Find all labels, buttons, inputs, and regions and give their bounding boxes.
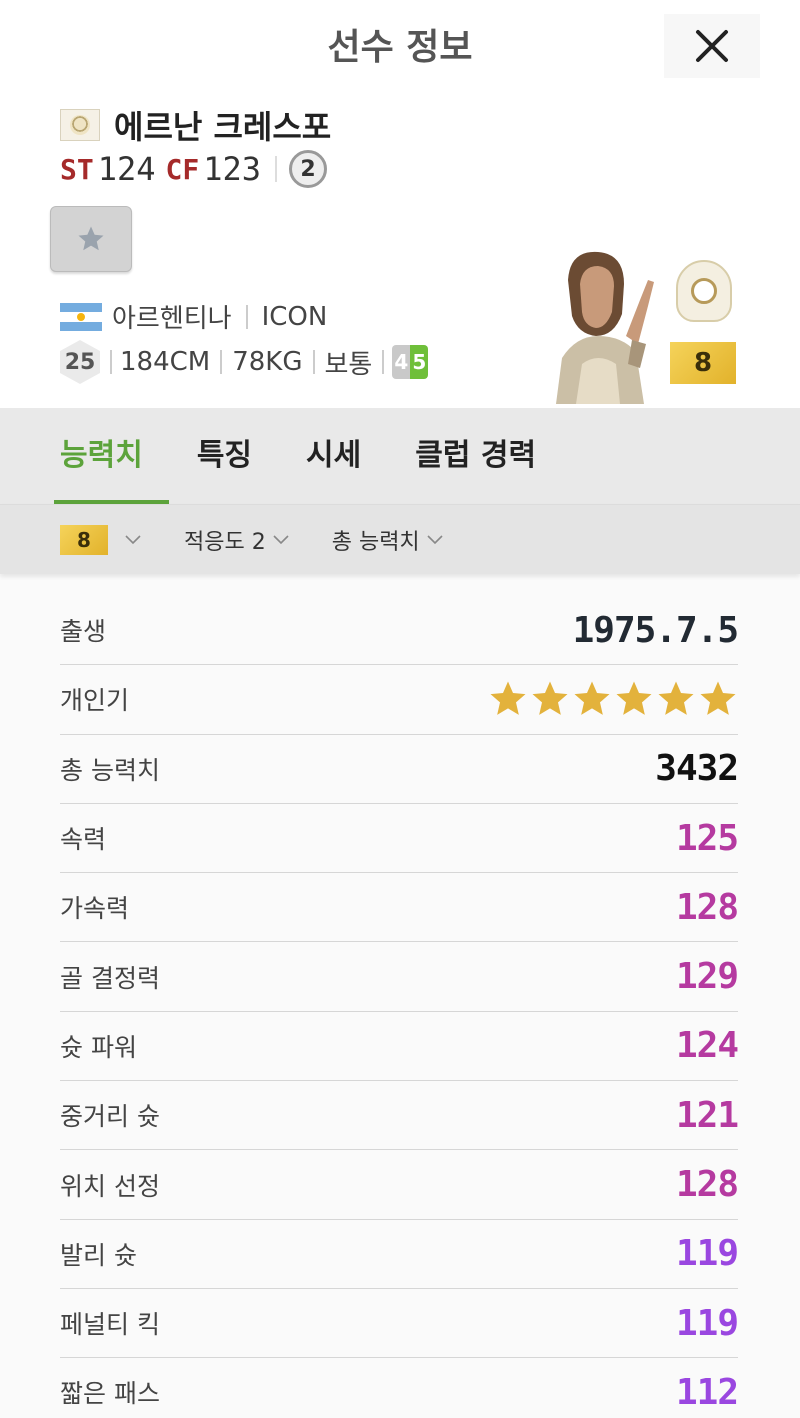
tab-traits[interactable]: 특징: [197, 430, 252, 504]
strong-foot-value: 5: [410, 345, 429, 379]
trade-count-badge: 2: [289, 150, 328, 188]
stat-label: 출생: [60, 617, 107, 647]
position-name: CF: [165, 152, 200, 186]
stat-row: 골 결정력 129: [60, 942, 739, 1012]
tab-stats[interactable]: 능력치: [54, 430, 169, 504]
ovr-filter-label: 총 능력치: [331, 529, 420, 555]
stat-row: 가속력 128: [60, 873, 739, 943]
stat-row: 위치 선정 128: [60, 1150, 739, 1220]
stat-value: 128: [675, 886, 739, 928]
height-value: 184CM: [120, 347, 211, 377]
header: 선수 정보: [0, 0, 800, 86]
divider: [382, 350, 385, 374]
stat-value: 1975.7.5: [572, 609, 739, 651]
filter-bar: 8 적응도 2 총 능력치: [0, 504, 800, 574]
position-ratings: ST 124 CF 123 2: [60, 150, 328, 188]
stat-label: 페널티 킥: [60, 1310, 160, 1340]
close-button[interactable]: [664, 14, 760, 78]
chevron-down-icon: [273, 534, 289, 544]
stat-value: 3432: [655, 748, 739, 790]
stat-label: 발리 슛: [60, 1240, 137, 1270]
stat-label: 중거리 슛: [60, 1102, 160, 1132]
season-name: ICON: [261, 301, 328, 332]
ovr-filter-dropdown[interactable]: 총 능력치: [332, 524, 444, 556]
adaptability-filter-dropdown[interactable]: 적응도 2: [184, 524, 290, 556]
stat-value: 125: [675, 817, 739, 859]
weak-foot-value: 4: [392, 345, 411, 379]
body-type-value: 보통: [324, 349, 373, 380]
stat-row: 개인기: [60, 665, 738, 735]
foot-badge: 4 5: [392, 345, 429, 379]
divider: [275, 156, 278, 182]
stat-label: 골 결정력: [60, 963, 160, 993]
stat-label: 슛 파워: [60, 1032, 137, 1062]
player-name-row: 에르난 크레스포: [60, 102, 331, 148]
stats-list: 출생 1975.7.5 개인기총 능력치 3432 속력 125 가속력 128 골 결정력 12…: [0, 574, 800, 1418]
stat-value: 119: [675, 1302, 739, 1344]
stat-row: 중거리 슛 121: [60, 1081, 739, 1151]
stat-row: 출생 1975.7.5: [60, 596, 739, 666]
divider: [220, 350, 223, 374]
grade-badge: 8: [670, 342, 736, 384]
favorite-button[interactable]: [50, 206, 132, 272]
stat-row: 총 능력치 3432: [60, 735, 739, 804]
tab-bar: 능력치 특징 시세 클럽 경력: [0, 408, 800, 504]
stat-row: 짧은 패스 112: [60, 1358, 739, 1418]
stat-value: 129: [675, 956, 739, 998]
player-image: [536, 240, 660, 404]
stat-label: 가속력: [60, 894, 130, 924]
stat-label: 개인기: [60, 686, 130, 716]
position-value: 124: [97, 150, 156, 188]
chevron-down-icon: [125, 534, 141, 544]
adaptability-filter-label: 적응도 2: [184, 529, 266, 555]
stat-label: 속력: [60, 825, 107, 855]
chevron-down-icon: [427, 534, 443, 544]
stat-label: 짧은 패스: [60, 1379, 160, 1409]
stat-value: 124: [675, 1025, 739, 1067]
player-name: 에르난 크레스포: [114, 108, 332, 146]
stat-row: 발리 슛 119: [60, 1220, 739, 1289]
divider: [110, 350, 112, 374]
star-icon: [490, 681, 526, 716]
skill-stars: [486, 679, 738, 719]
tab-price[interactable]: 시세: [306, 430, 361, 504]
nation-name: 아르헨티나: [112, 304, 232, 334]
weight-value: 78KG: [232, 347, 303, 377]
stat-row: 속력 125: [60, 804, 739, 874]
season-icon: [60, 109, 100, 141]
physical-info-row: 25 184CM 78KG 보통 4 5: [60, 340, 429, 384]
divider: [245, 304, 248, 329]
player-profile: 에르난 크레스포 ST 124 CF 123 2 아르헨티나 ICON 25 1…: [0, 86, 800, 408]
grade-filter-dropdown[interactable]: 8: [60, 524, 142, 555]
stat-value: 128: [675, 1164, 739, 1206]
star-icon: [700, 681, 736, 716]
age-badge: 25: [60, 340, 100, 384]
nation-row: 아르헨티나 ICON: [60, 298, 327, 335]
star-icon: [616, 681, 652, 716]
star-icon: [532, 681, 568, 716]
tab-club-history[interactable]: 클럽 경력: [415, 430, 536, 504]
stat-row: 페널티 킥 119: [60, 1289, 739, 1359]
stat-label: 위치 선정: [60, 1171, 160, 1201]
position-name: ST: [60, 152, 94, 186]
stat-value: 121: [675, 1094, 739, 1136]
stat-value: 119: [675, 1233, 739, 1275]
icon-season-badge: [676, 260, 732, 322]
grade-filter-value: 8: [60, 524, 108, 555]
stat-value: 112: [675, 1371, 739, 1413]
star-icon: [574, 681, 610, 716]
position-value: 123: [203, 150, 262, 188]
divider: [312, 350, 315, 374]
close-icon: [696, 30, 728, 62]
nation-flag: [60, 302, 102, 331]
star-icon: [658, 681, 694, 716]
stat-row: 슛 파워 124: [60, 1012, 739, 1082]
star-icon: [78, 226, 104, 251]
stat-label: 총 능력치: [60, 755, 160, 785]
